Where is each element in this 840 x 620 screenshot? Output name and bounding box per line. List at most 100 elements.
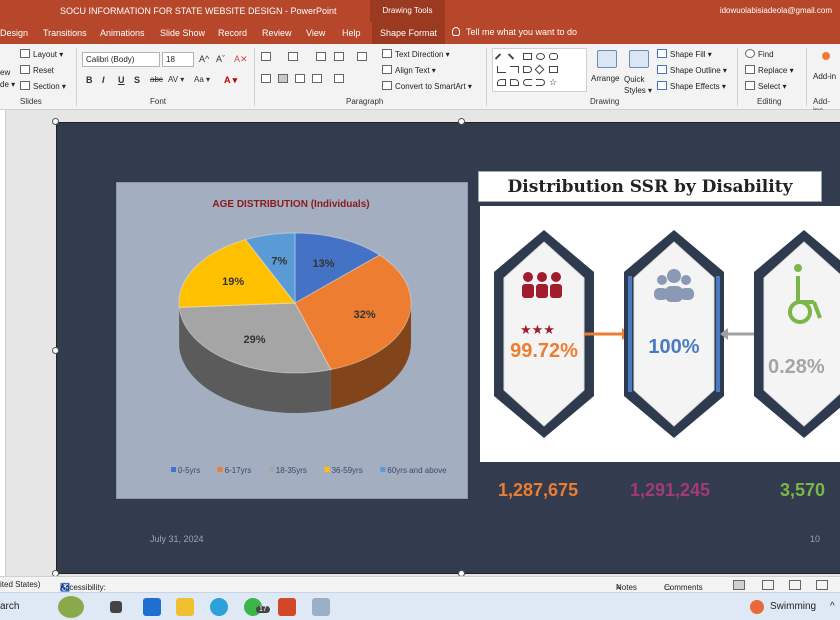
connector-shape-icon[interactable]: [497, 66, 506, 73]
align-left-button[interactable]: [261, 74, 274, 84]
line-spacing-button[interactable]: [357, 52, 370, 62]
decrease-indent-button[interactable]: [316, 52, 329, 62]
percent-with-disability: 0.28%: [768, 356, 825, 378]
tab-transitions[interactable]: Transitions: [43, 28, 87, 38]
change-case-button[interactable]: Aa ▾: [194, 75, 210, 84]
avocado-icon[interactable]: [58, 596, 84, 618]
grow-font-button[interactable]: A^: [199, 54, 209, 64]
slide-sorter-icon[interactable]: [762, 580, 774, 590]
star-shape-icon[interactable]: ☆: [549, 78, 558, 87]
curve-shape-icon[interactable]: [510, 79, 519, 86]
tab-slide-show[interactable]: Slide Show: [160, 28, 205, 38]
connector-shape-icon[interactable]: [510, 66, 519, 73]
pie-data-label: 19%: [222, 276, 244, 288]
diamond-shape-icon[interactable]: [534, 64, 545, 75]
selection-handle[interactable]: [52, 118, 59, 125]
align-left-icon: [261, 74, 271, 83]
language-status[interactable]: ited States): [0, 580, 40, 589]
line-shape-icon[interactable]: [507, 53, 515, 60]
clear-format-button[interactable]: A✕: [234, 54, 248, 65]
shapes-gallery[interactable]: ☆: [492, 48, 587, 92]
increase-indent-icon: [334, 52, 344, 61]
curve-shape-icon[interactable]: [497, 79, 506, 86]
chart-title: AGE DISTRIBUTION (Individuals): [212, 199, 369, 210]
total-all: 1,291,245: [630, 480, 711, 500]
rounded-rect-shape-icon[interactable]: [549, 53, 558, 60]
rectangle-shape-icon[interactable]: [523, 53, 532, 60]
new-slide-dropdown[interactable]: de ▾: [0, 80, 15, 89]
font-name-combo[interactable]: Calibri (Body): [82, 52, 160, 67]
tab-view[interactable]: View: [306, 28, 325, 38]
tab-review[interactable]: Review: [262, 28, 292, 38]
brace-shape-icon[interactable]: [523, 79, 532, 86]
shrink-font-button[interactable]: Aˇ: [216, 54, 225, 64]
justify-button[interactable]: [312, 74, 325, 84]
total-without-disability: 1,287,675: [498, 480, 579, 500]
numbering-button[interactable]: [288, 52, 301, 62]
select-label: Select ▾: [758, 82, 787, 91]
textbox-shape-icon[interactable]: [549, 66, 558, 73]
selection-handle[interactable]: [52, 347, 59, 354]
taskbar-search[interactable]: arch: [0, 601, 19, 612]
bullets-button[interactable]: [261, 52, 274, 62]
italic-button[interactable]: I: [102, 75, 105, 85]
char-spacing-button[interactable]: AV ▾: [168, 75, 184, 84]
add-ins-button[interactable]: Add-in: [813, 72, 836, 81]
strikethrough-button[interactable]: abc: [150, 75, 163, 84]
powerpoint-icon[interactable]: [278, 598, 296, 616]
pen-icon: [657, 65, 667, 74]
reset-button[interactable]: Reset: [20, 65, 54, 75]
layout-button[interactable]: Layout ▾: [20, 49, 63, 59]
file-explorer-icon[interactable]: [176, 598, 194, 616]
convert-smartart-button[interactable]: Convert to SmartArt ▾: [382, 81, 472, 91]
mail-icon[interactable]: [143, 598, 161, 616]
normal-view-icon[interactable]: [733, 580, 745, 590]
chevron-up-icon[interactable]: ^: [830, 601, 835, 612]
tell-me-box[interactable]: Tell me what you want to do: [452, 27, 577, 37]
oval-shape-icon[interactable]: [536, 53, 545, 60]
font-size-combo[interactable]: 18: [162, 52, 194, 67]
tab-record[interactable]: Record: [218, 28, 247, 38]
section-button[interactable]: Section ▾: [20, 81, 66, 91]
shape-outline-button[interactable]: Shape Outline ▾: [657, 65, 727, 75]
paint-icon[interactable]: [312, 598, 330, 616]
whatsapp-badge: 17: [256, 606, 270, 613]
new-slide-button[interactable]: ew: [0, 68, 10, 77]
quick-styles-button[interactable]: Quick Styles ▾: [624, 74, 654, 96]
align-center-button[interactable]: [278, 74, 291, 84]
bold-button[interactable]: B: [86, 75, 93, 85]
decrease-indent-icon: [316, 52, 326, 61]
legend-swatch: [324, 467, 330, 472]
weather-text[interactable]: Swimming: [770, 601, 816, 612]
arrow-shape-icon[interactable]: [523, 66, 532, 73]
shape-fill-button[interactable]: Shape Fill ▾: [657, 49, 712, 59]
slideshow-view-icon[interactable]: [816, 580, 828, 590]
underline-button[interactable]: U: [118, 75, 125, 85]
arrange-button[interactable]: Arrange: [591, 74, 619, 83]
selection-handle[interactable]: [458, 118, 465, 125]
brace-shape-icon[interactable]: [536, 79, 545, 86]
replace-icon: [745, 65, 755, 74]
legend-swatch: [380, 467, 386, 472]
text-direction-button[interactable]: Text Direction ▾: [382, 49, 450, 59]
line-shape-icon[interactable]: [494, 53, 502, 60]
align-right-button[interactable]: [295, 74, 308, 84]
tab-animations[interactable]: Animations: [100, 28, 145, 38]
edge-icon[interactable]: [210, 598, 228, 616]
replace-button[interactable]: Replace ▾: [745, 65, 794, 75]
tab-help[interactable]: Help: [342, 28, 361, 38]
shape-effects-button[interactable]: Shape Effects ▾: [657, 81, 726, 91]
align-text-button[interactable]: Align Text ▾: [382, 65, 436, 75]
columns-button[interactable]: [334, 74, 347, 84]
reading-view-icon[interactable]: [789, 580, 801, 590]
select-button[interactable]: Select ▾: [745, 81, 786, 91]
tab-design[interactable]: Design: [0, 28, 28, 38]
font-color-button[interactable]: A ▾: [224, 75, 237, 86]
increase-indent-button[interactable]: [334, 52, 347, 62]
tab-shape-format[interactable]: Shape Format: [372, 22, 446, 44]
find-button[interactable]: Find: [745, 49, 774, 59]
task-view-icon[interactable]: [110, 601, 122, 613]
account-email[interactable]: idowuolabisiadeola@gmail.com: [720, 6, 832, 15]
age-distribution-chart[interactable]: AGE DISTRIBUTION (Individuals) 13% 32% 29%…: [116, 182, 468, 499]
shadow-button[interactable]: S: [134, 75, 140, 85]
